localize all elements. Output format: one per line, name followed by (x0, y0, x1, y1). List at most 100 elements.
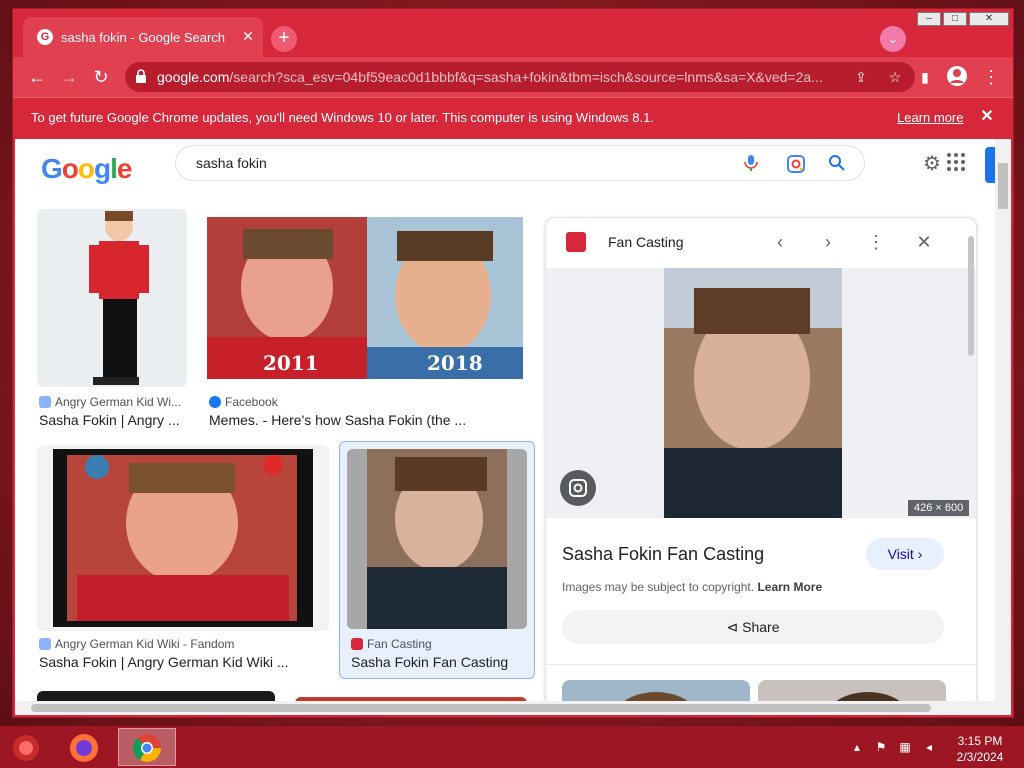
source-label: Angry German Kid Wi... (55, 395, 182, 409)
related-image-1[interactable] (562, 680, 750, 701)
fan-casting-icon (566, 232, 586, 252)
taskbar: ▴ ⚑ ▦ ◂ 3:15 PM 2/3/2024 (0, 726, 1024, 768)
panel-divider (546, 664, 976, 665)
panel-title[interactable]: Sasha Fokin Fan Casting (562, 544, 764, 565)
side-panel-icon[interactable]: ▮ (913, 65, 937, 89)
reload-button[interactable]: ↻ (89, 65, 113, 89)
chrome-icon[interactable] (129, 730, 165, 766)
title-bar: G sasha fokin - Google Search ✕ + ⌄ – □ … (13, 9, 1013, 57)
share-label: Share (742, 619, 780, 635)
tab-close-icon[interactable]: ✕ (239, 27, 257, 45)
forward-button[interactable]: → (57, 65, 81, 89)
fandom-icon (39, 638, 51, 650)
visit-button[interactable]: Visit › (866, 538, 944, 570)
url-host: google.com (157, 69, 230, 85)
fandom-icon (39, 396, 51, 408)
panel-scrollbar-thumb[interactable] (968, 236, 974, 356)
image-dimensions: 426 × 600 (908, 500, 970, 516)
panel-scrollbar[interactable] (964, 236, 976, 701)
tray-expand-icon[interactable]: ▴ (850, 740, 864, 754)
year-overlay-2011: 2011 (263, 351, 319, 375)
logo-letter: o (61, 153, 79, 184)
volume-muted-icon[interactable]: ◂ (922, 740, 936, 754)
preview-image[interactable] (664, 268, 842, 518)
settings-gear-icon[interactable]: ⚙ (923, 151, 945, 175)
logo-letter: g (94, 153, 111, 184)
infobar-message: To get future Google Chrome updates, you… (31, 110, 654, 125)
browser-tab[interactable]: G sasha fokin - Google Search ✕ (23, 17, 263, 57)
result-image-3[interactable] (37, 445, 329, 631)
related-image-2[interactable] (758, 680, 946, 701)
logo-letter: e (116, 153, 133, 184)
previous-image-icon[interactable]: ‹ (768, 230, 792, 254)
search-icon[interactable] (828, 154, 846, 172)
browser-window: G sasha fokin - Google Search ✕ + ⌄ – □ … (12, 8, 1014, 718)
lens-icon[interactable] (786, 154, 806, 174)
copyright-text: Images may be subject to copyright. (562, 580, 755, 594)
result-source-2[interactable]: Facebook (209, 395, 509, 409)
sign-in-button[interactable] (985, 147, 995, 183)
result-title-3[interactable]: Sasha Fokin | Angry German Kid Wiki ... (39, 654, 329, 670)
lens-search-icon[interactable] (560, 470, 596, 506)
google-favicon-icon: G (37, 29, 53, 45)
result-title-2[interactable]: Memes. - Here's how Sasha Fokin (the ... (209, 412, 509, 428)
year-overlay-2018: 2018 (427, 351, 483, 375)
horizontal-scrollbar-thumb[interactable] (31, 704, 931, 712)
tab-search-button[interactable]: ⌄ (880, 26, 906, 52)
infobar-learn-more-link[interactable]: Learn more (897, 110, 963, 125)
page-vertical-scrollbar[interactable] (995, 139, 1011, 701)
copyright-notice: Images may be subject to copyright. Lear… (562, 580, 822, 594)
browser-menu-icon[interactable]: ⋮ (979, 65, 1003, 89)
google-images-page: Google sasha fokin ⚙ Angry German Kid Wi… (15, 139, 995, 701)
share-button[interactable]: ⊲ Share (562, 610, 944, 644)
share-icon: ⊲ (726, 619, 743, 635)
address-bar[interactable]: google.com/search?sca_esv=04bf59eac0d1bb… (125, 62, 915, 92)
result-image-1[interactable] (37, 209, 187, 387)
result-image-5[interactable] (37, 691, 275, 701)
source-label: Angry German Kid Wiki - Fandom (55, 637, 235, 651)
source-label: Fan Casting (367, 637, 432, 651)
firefox-icon[interactable] (66, 730, 102, 766)
maximize-button[interactable]: □ (943, 12, 967, 26)
action-center-flag-icon[interactable]: ⚑ (874, 740, 888, 754)
clock-time[interactable]: 3:15 PM (940, 734, 1020, 748)
result-source-3[interactable]: Angry German Kid Wiki - Fandom (39, 637, 329, 651)
url-text[interactable]: google.com/search?sca_esv=04bf59eac0d1bb… (157, 69, 827, 85)
fan-casting-icon (351, 638, 363, 650)
result-title-4[interactable]: Sasha Fokin Fan Casting (351, 654, 531, 670)
share-page-icon[interactable]: ⇪ (851, 67, 871, 87)
result-source-4[interactable]: Fan Casting (351, 637, 531, 651)
close-panel-icon[interactable]: ✕ (912, 230, 936, 254)
search-box[interactable]: sasha fokin (175, 145, 865, 181)
bookmark-star-icon[interactable]: ☆ (885, 67, 905, 87)
clock-date[interactable]: 2/3/2024 (940, 750, 1020, 764)
panel-site-name[interactable]: Fan Casting (608, 234, 683, 250)
lock-icon[interactable] (135, 69, 149, 85)
more-options-icon[interactable]: ⋮ (864, 230, 888, 254)
google-logo[interactable]: Google (41, 153, 133, 185)
next-image-icon[interactable]: › (816, 230, 840, 254)
network-icon[interactable]: ▦ (898, 740, 912, 754)
back-button[interactable]: ← (25, 65, 49, 89)
mic-icon[interactable] (742, 154, 760, 172)
infobar-close-icon[interactable]: ✕ (977, 106, 997, 126)
result-image-4[interactable] (347, 449, 527, 629)
profile-avatar[interactable] (945, 65, 969, 89)
page-horizontal-scrollbar[interactable] (15, 701, 1011, 715)
minimize-button[interactable]: – (917, 12, 941, 26)
update-infobar: To get future Google Chrome updates, you… (13, 97, 1013, 137)
start-button[interactable] (8, 730, 44, 766)
visit-label: Visit (887, 546, 914, 562)
logo-letter: l (110, 153, 118, 184)
search-input[interactable]: sasha fokin (196, 155, 267, 171)
new-tab-button[interactable]: + (271, 26, 297, 52)
result-title-1[interactable]: Sasha Fokin | Angry ... (39, 412, 189, 428)
google-apps-icon[interactable] (945, 151, 967, 173)
result-source-1[interactable]: Angry German Kid Wi... (39, 395, 189, 409)
copyright-learn-more-link[interactable]: Learn More (757, 580, 822, 594)
tab-title: sasha fokin - Google Search (61, 30, 226, 45)
close-window-button[interactable]: ✕ (969, 12, 1009, 26)
logo-letter: G (41, 153, 63, 184)
vertical-scrollbar-thumb[interactable] (998, 163, 1008, 209)
result-image-2[interactable]: 2011 2018 (207, 217, 523, 379)
